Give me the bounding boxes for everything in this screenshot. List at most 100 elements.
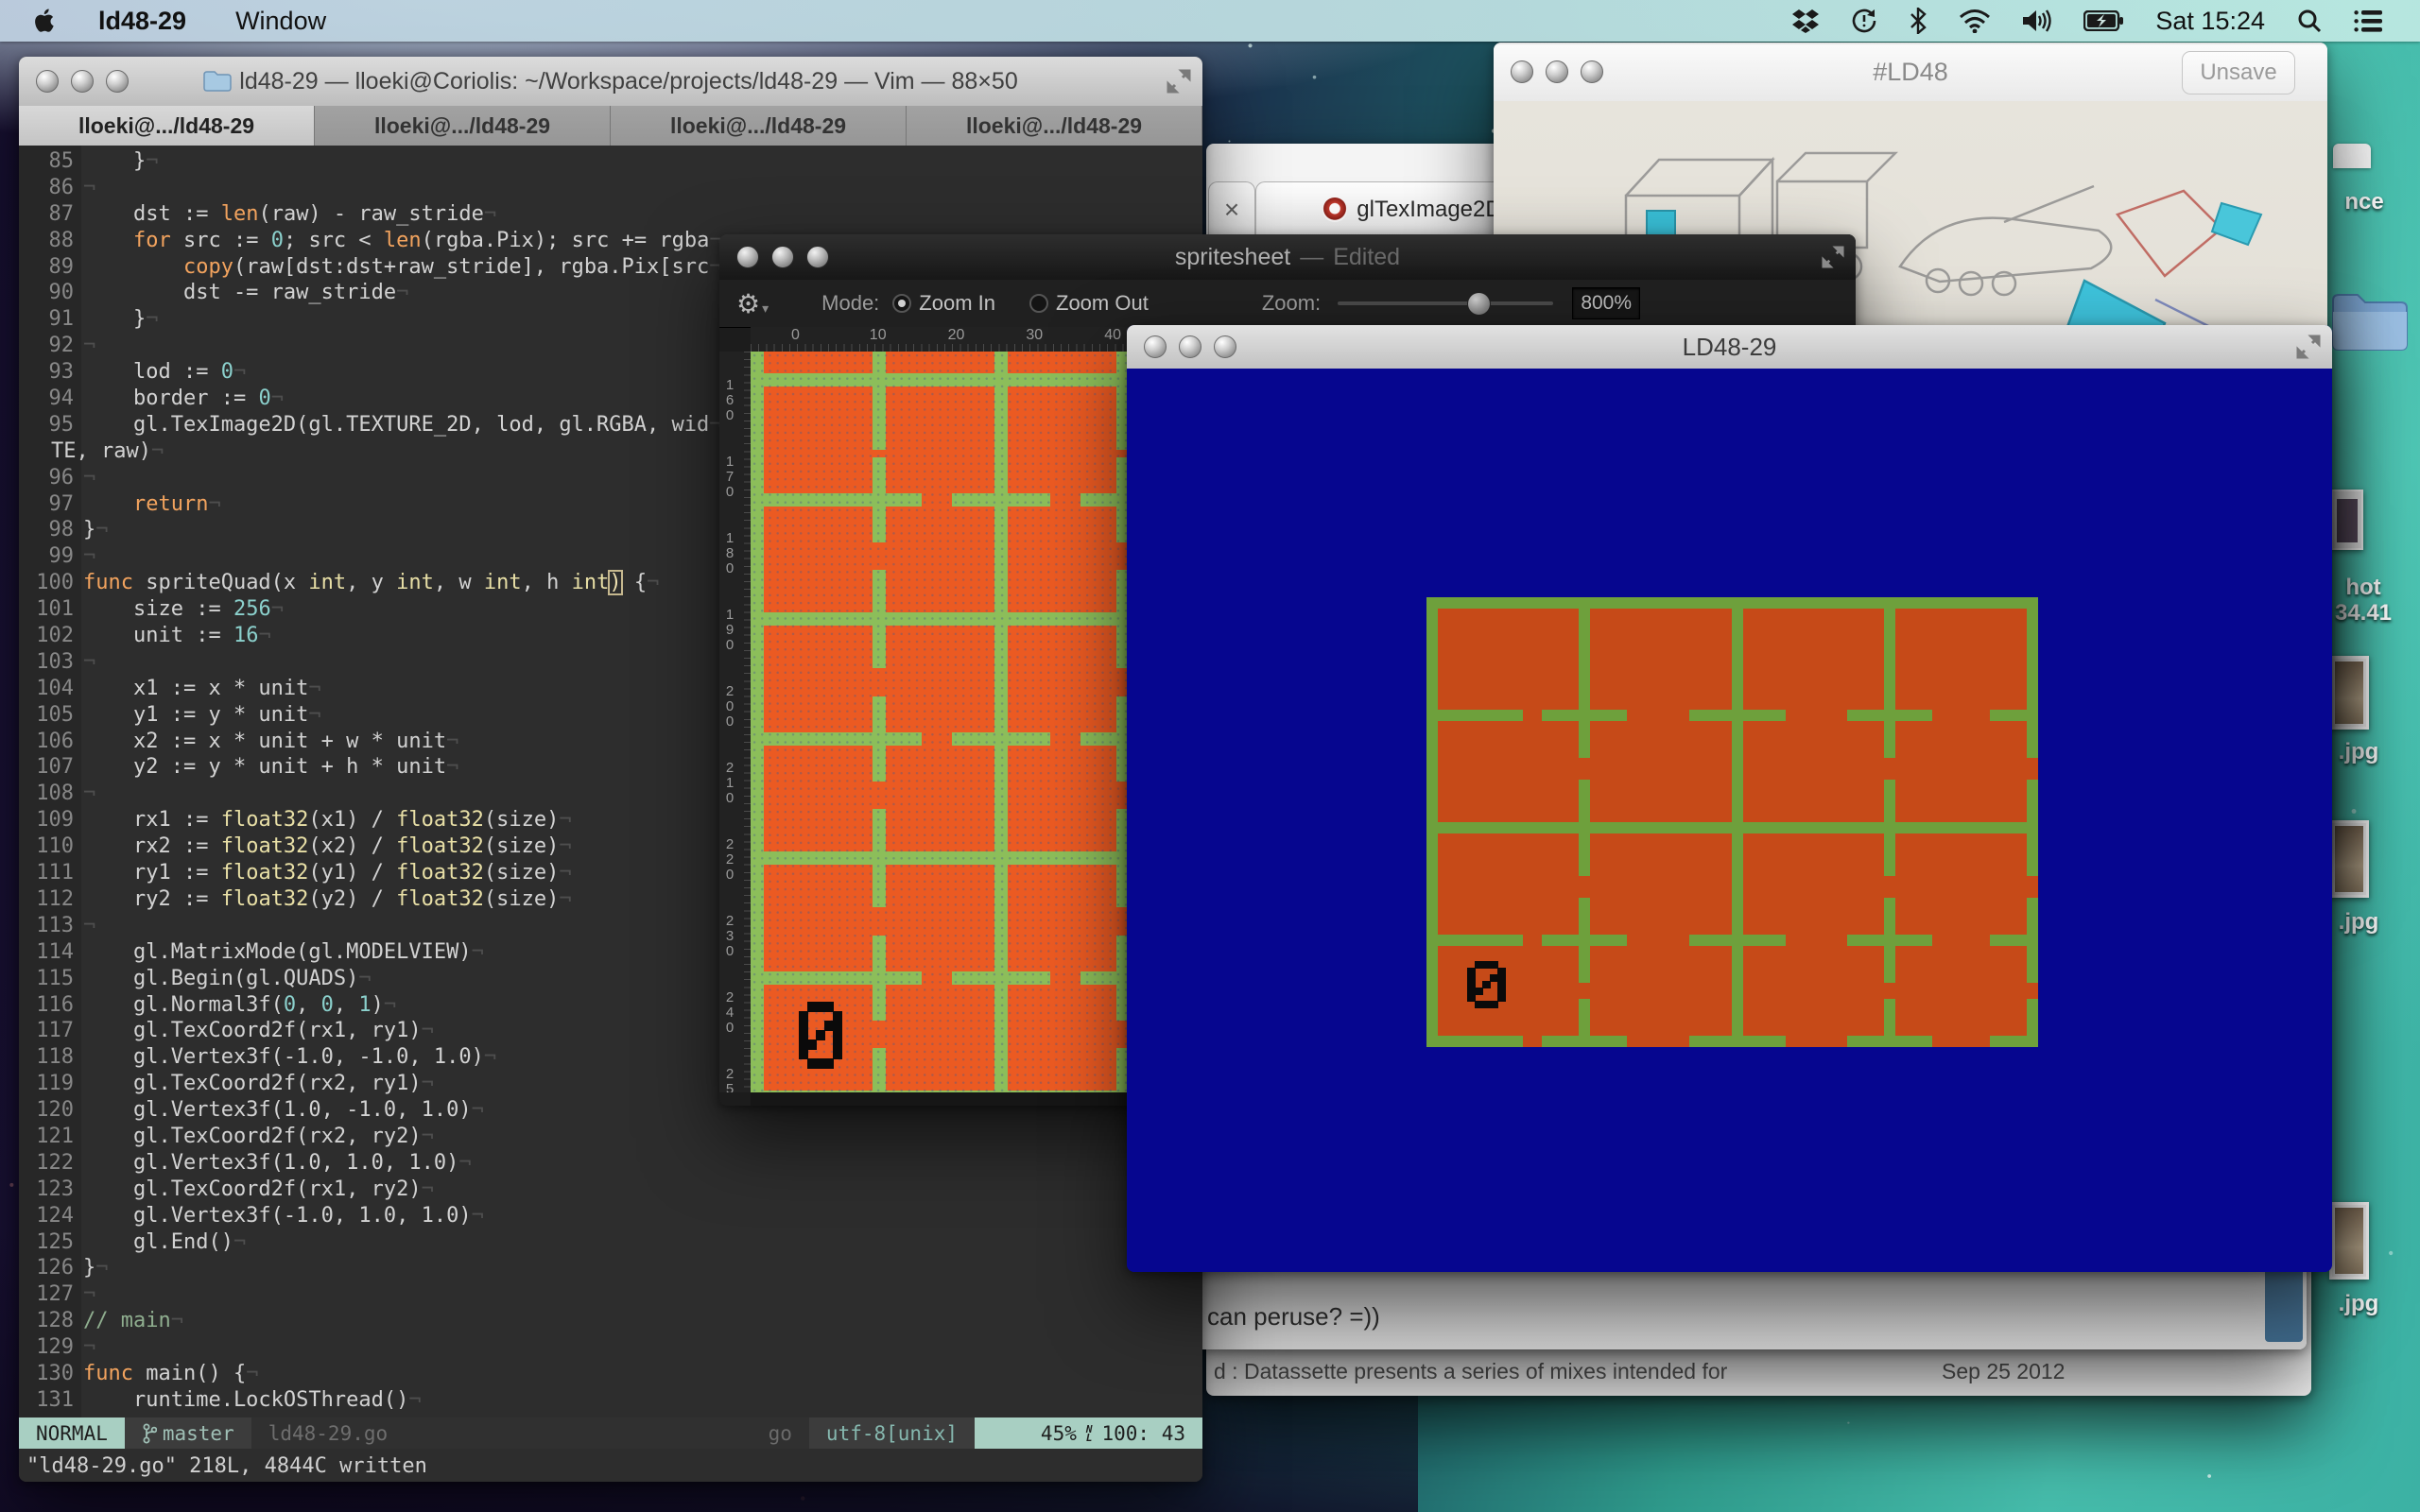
zoom-out-radio[interactable] [1029,294,1048,313]
vim-line: 127¬ [19,1282,1202,1309]
vim-statusline: NORMAL master ld48-29.go go utf-8[unix] … [19,1418,1202,1449]
spritesheet-title: spritesheet — Edited [719,234,1856,280]
browser-row-date: Sep 25 2012 [1942,1359,2065,1384]
vim-line-column: 100: 43 [1101,1422,1185,1445]
battery-icon[interactable] [2083,10,2123,31]
spritesheet-titlebar[interactable]: spritesheet — Edited [719,234,1856,281]
vim-line: 85 }¬ [19,149,1202,176]
vim-line: 131 runtime.LockOSThread()¬ [19,1388,1202,1415]
desktop-label-top[interactable]: nce [2312,189,2416,215]
photo-file-label[interactable]: .jpg [2307,1291,2411,1317]
notification-center-icon[interactable] [2354,9,2382,32]
ruler-tick-label: 10 [870,327,887,344]
browser-content-row: d : Datassette presents a series of mixe… [1206,1347,2311,1396]
vertical-ruler: 160170180190200210220230240250 [719,352,752,1092]
ruler-tick-label: 40 [1104,327,1121,344]
bluetooth-icon[interactable] [1910,8,1927,34]
vim-command-line: "ld48-29.go" 218L, 4844C written [26,1454,427,1478]
apple-menu-icon[interactable] [34,8,57,34]
browser-tab-title: glTexImage2D [1357,197,1501,223]
dropbox-icon[interactable] [1792,9,1819,33]
vim-line: 122 gl.Vertex3f(1.0, 1.0, 1.0)¬ [19,1151,1202,1177]
unsave-button[interactable]: Unsave [2182,51,2295,94]
menu-clock[interactable]: Sat 15:24 [2155,7,2265,36]
ruler-tick-label: 210 [723,761,736,806]
zoom-slider[interactable] [1338,301,1553,305]
ruler-tick-label: 230 [723,914,736,959]
vim-line: 121 gl.TexCoord2f(rx2, ry2)¬ [19,1125,1202,1151]
vim-line: 124 gl.Vertex3f(-1.0, 1.0, 1.0)¬ [19,1204,1202,1230]
terminal-tab-bar: lloeki@.../ld48-29lloeki@.../ld48-29lloe… [19,106,1202,146]
photo-thumbnail [2335,662,2363,724]
folder-icon[interactable] [2331,291,2409,352]
zoom-out-label[interactable]: Zoom Out [1056,291,1149,316]
menu-app-name[interactable]: ld48-29 [98,7,186,36]
terminal-tab[interactable]: lloeki@.../ld48-29 [611,106,907,146]
game-titlebar[interactable]: LD48-29 [1127,325,2332,369]
vim-position: 45% NL 100: 43 [975,1418,1202,1449]
linenumber-icon: NL [1086,1425,1093,1442]
menu-bar: ld48-29 Window Sat 15:24 [0,0,2420,42]
vim-mode-indicator: NORMAL [19,1418,125,1449]
terminal-tab[interactable]: lloeki@.../ld48-29 [907,106,1202,146]
terminal-tab[interactable]: lloeki@.../ld48-29 [19,106,315,146]
browser-tab-stub[interactable]: × [1208,181,1255,236]
ruler-tick-label: 160 [723,378,736,423]
vim-line: 128// main¬ [19,1309,1202,1335]
zoom-slider-thumb[interactable] [1467,292,1491,316]
menu-item-window[interactable]: Window [235,7,326,36]
vim-line: 86¬ [19,176,1202,202]
vim-scroll-percent: 45% [1041,1422,1077,1445]
browser-row-text[interactable]: d : Datassette presents a series of mixe… [1214,1359,1727,1384]
ruler-tick-label: 0 [791,327,800,344]
ruler-tick-label: 250 [723,1067,736,1092]
spotlight-icon[interactable] [2297,9,2322,33]
ruler-tick-label: 30 [1026,327,1043,344]
spritesheet-toolbar: ⚙▾ Mode: Zoom In Zoom Out Zoom: 800% [719,280,1856,328]
desktop-app-icon[interactable] [2333,144,2371,168]
zoom-in-radio[interactable] [892,294,911,313]
volume-icon[interactable] [2023,9,2051,33]
time-machine-icon[interactable] [1851,8,1877,34]
vim-encoding: utf-8[unix] [809,1418,975,1449]
vim-line: 130func main() {¬ [19,1362,1202,1388]
terminal-titlebar[interactable]: ld48-29 — lloeki@Coriolis: ~/Workspace/p… [19,57,1202,107]
screenshot-file-icon[interactable] [2331,490,2363,550]
vim-line: 87 dst := len(raw) - raw_stride¬ [19,202,1202,229]
photo-thumbnail [2335,1208,2363,1274]
game-window: LD48-29 [1127,325,2332,1272]
fullscreen-icon[interactable] [1822,246,1844,268]
photo-thumbnail [2335,826,2363,892]
vim-line: 125 gl.End()¬ [19,1230,1202,1257]
zoom-value[interactable]: 800% [1572,287,1640,319]
screenshot-thumbnail [2337,499,2358,542]
zoom-in-label[interactable]: Zoom In [919,291,995,316]
git-branch-indicator: master [125,1418,251,1449]
vim-line: 129¬ [19,1335,1202,1362]
fullscreen-icon[interactable] [1167,69,1191,94]
fullscreen-icon[interactable] [2296,335,2321,359]
vim-line: 123 gl.TexCoord2f(rx1, ry2)¬ [19,1177,1202,1204]
ruler-tick-label: 240 [723,990,736,1036]
ruler-tick-label: 170 [723,455,736,500]
mode-label: Mode: [821,291,879,316]
vim-line: 126}¬ [19,1256,1202,1282]
game-window-title: LD48-29 [1127,325,2332,369]
close-icon[interactable]: × [1224,195,1239,225]
folder-icon [203,70,232,93]
ruler-tick-label: 190 [723,608,736,653]
photo-file-icon[interactable] [2329,820,2369,898]
branch-icon [142,1423,157,1444]
ruler-tick-label: 20 [948,327,965,344]
photo-file-icon[interactable] [2329,656,2369,730]
wifi-icon[interactable] [1959,9,1991,33]
photo-file-icon[interactable] [2329,1202,2369,1280]
terminal-tab[interactable]: lloeki@.../ld48-29 [315,106,611,146]
ruler-tick-label: 180 [723,531,736,576]
irc-window-titlebar[interactable]: #LD48 Unsave [1494,43,2327,102]
menu-bar-status-icons: Sat 15:24 [1792,0,2420,42]
edited-badge: Edited [1333,244,1400,271]
game-viewport[interactable] [1127,369,2332,1272]
document-name: spritesheet [1175,244,1290,271]
gear-icon[interactable]: ⚙▾ [736,288,769,319]
